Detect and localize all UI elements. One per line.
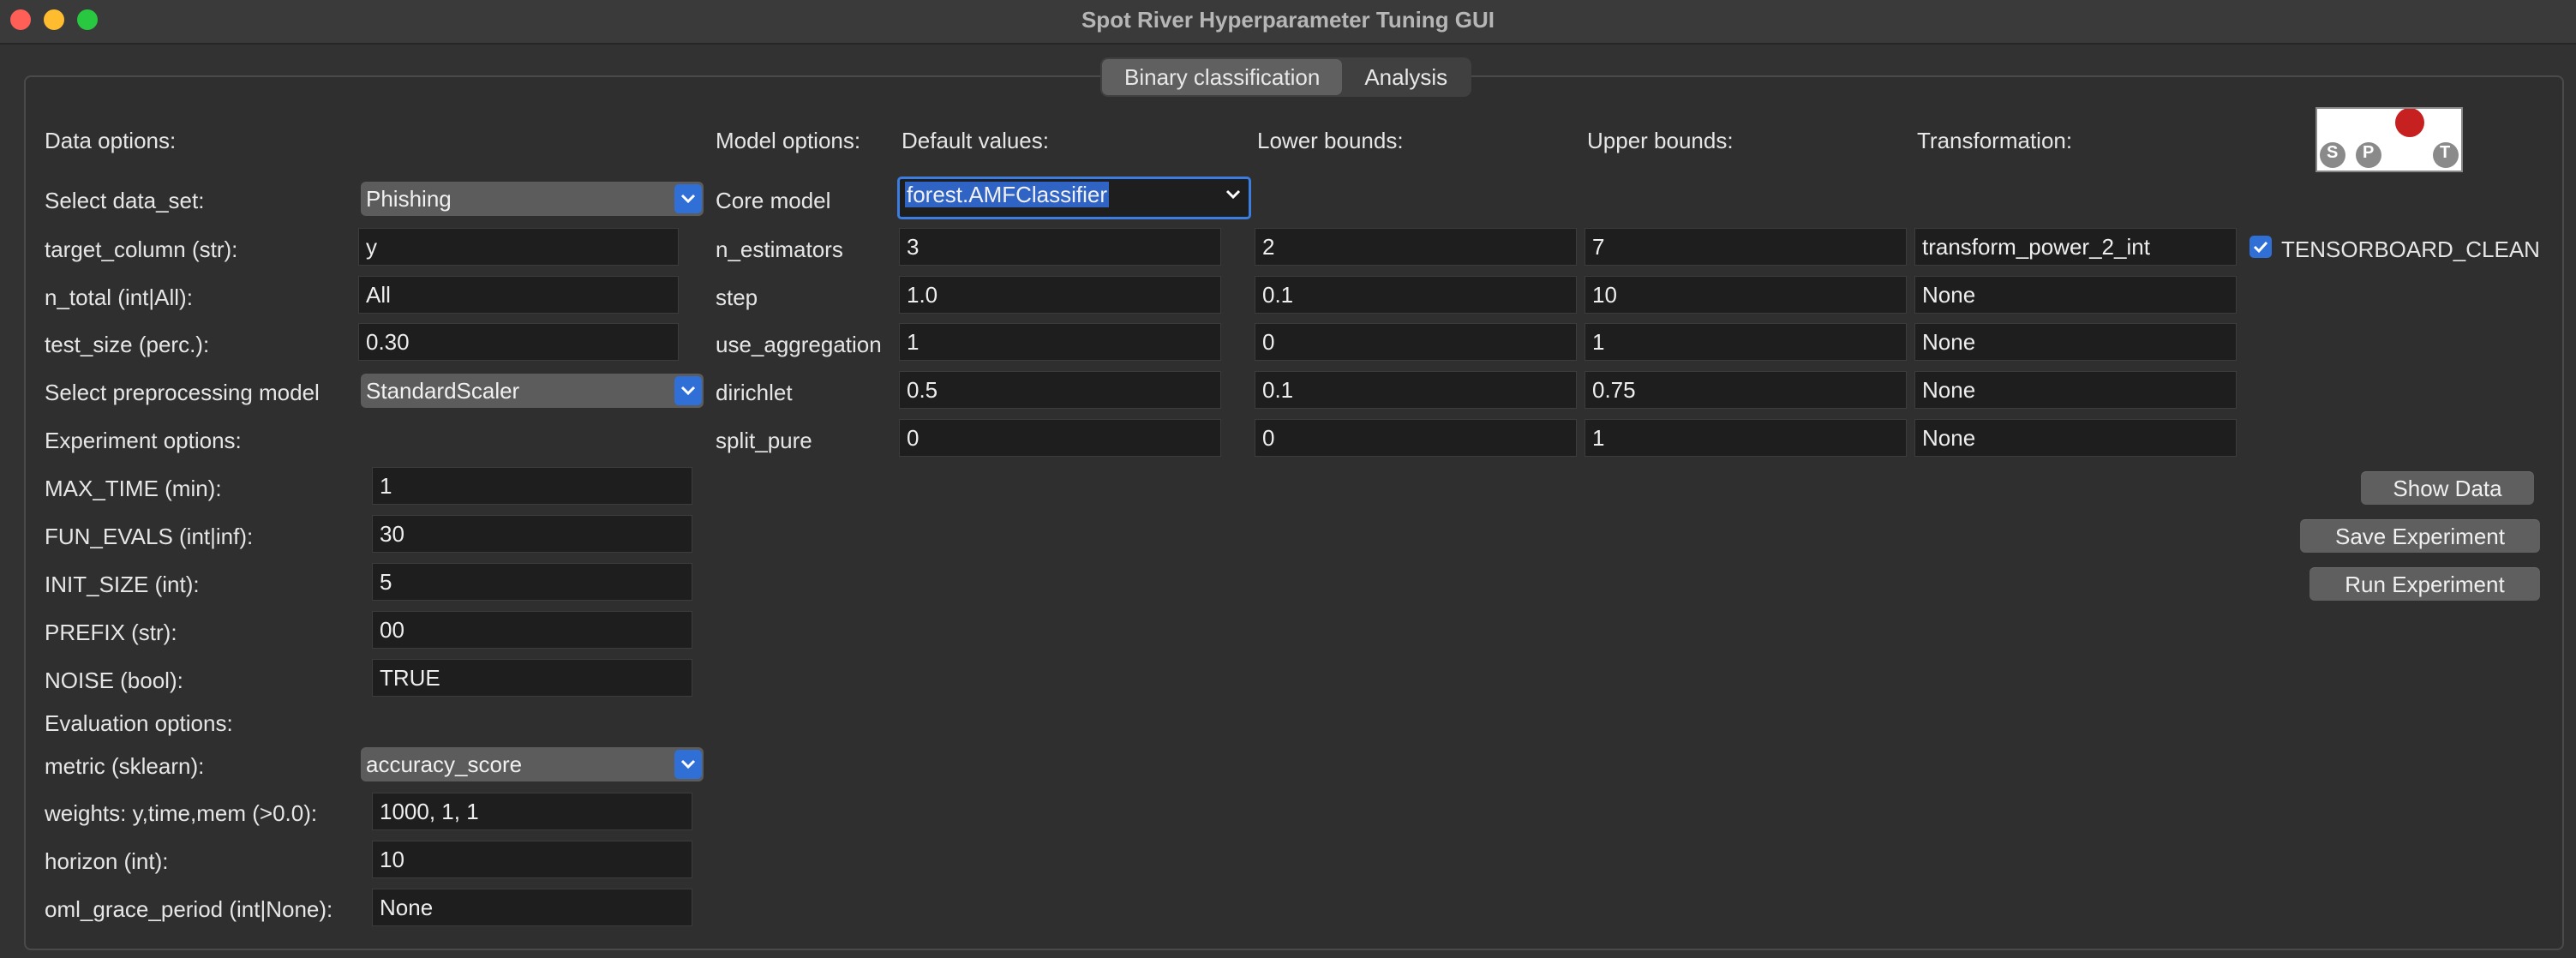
evaluation-options-heading: Evaluation options: [45,710,233,736]
step-transform-input[interactable]: None [1914,276,2237,314]
core-model-value: forest.AMFClassifier [905,182,1110,207]
param-name-use-aggregation: use_aggregation [716,332,882,357]
logo-letter-t: T [2440,143,2451,162]
tab-analysis[interactable]: Analysis [1342,59,1470,95]
metric-label: metric (sklearn): [45,753,205,779]
tensorboard-clean-label: TENSORBOARD_CLEAN [2281,237,2540,262]
use-aggregation-upper-input[interactable]: 1 [1585,323,1907,361]
upper-bounds-heading: Upper bounds: [1587,128,1734,153]
chevron-down-icon [1219,180,1247,209]
oml-grace-period-input[interactable]: None [372,889,692,926]
n-estimators-default-input[interactable]: 3 [899,228,1221,266]
data-set-label: Select data_set: [45,188,205,213]
n-total-label: n_total (int|All): [45,284,193,310]
show-data-button[interactable]: Show Data [2361,471,2534,505]
use-aggregation-lower-input[interactable]: 0 [1255,323,1577,361]
checkmark-icon [2253,241,2268,254]
data-options-heading: Data options: [45,128,177,153]
step-upper-input[interactable]: 10 [1585,276,1907,314]
n-estimators-transform-input[interactable]: transform_power_2_int [1914,228,2237,266]
test-size-label: test_size (perc.): [45,332,210,357]
metric-select[interactable]: accuracy_score [361,747,704,781]
default-values-heading: Default values: [902,128,1049,153]
target-column-label: target_column (str): [45,237,238,262]
dirichlet-upper-input[interactable]: 0.75 [1585,371,1907,409]
chevron-down-icon [674,376,702,405]
split-pure-transform-input[interactable]: None [1914,419,2237,457]
init-size-input[interactable]: 5 [372,563,692,601]
tab-bar: Binary classification Analysis [1100,57,1472,97]
param-name-n-estimators: n_estimators [716,237,843,262]
run-experiment-button[interactable]: Run Experiment [2309,567,2540,601]
horizon-input[interactable]: 10 [372,841,692,878]
transformation-heading: Transformation: [1917,128,2073,153]
prefix-input[interactable]: 00 [372,611,692,649]
fun-evals-input[interactable]: 30 [372,515,692,553]
step-lower-input[interactable]: 0.1 [1255,276,1577,314]
test-size-input[interactable]: 0.30 [358,323,679,361]
dirichlet-default-input[interactable]: 0.5 [899,371,1221,409]
param-name-dirichlet: dirichlet [716,380,793,405]
split-pure-default-input[interactable]: 0 [899,419,1221,457]
tab-binary-classification[interactable]: Binary classification [1102,59,1343,95]
dirichlet-transform-input[interactable]: None [1914,371,2237,409]
n-estimators-lower-input[interactable]: 2 [1255,228,1577,266]
n-total-input[interactable]: All [358,276,679,314]
model-options-heading: Model options: [716,128,861,153]
horizon-label: horizon (int): [45,848,169,874]
step-default-input[interactable]: 1.0 [899,276,1221,314]
noise-input[interactable]: TRUE [372,659,692,697]
window-title: Spot River Hyperparameter Tuning GUI [1081,7,1495,33]
core-model-select[interactable]: forest.AMFClassifier [897,177,1251,219]
param-name-split-pure: split_pure [716,428,812,453]
save-experiment-button[interactable]: Save Experiment [2300,519,2540,553]
spot-logo: S P T [2315,107,2463,172]
split-pure-upper-input[interactable]: 1 [1585,419,1907,457]
noise-label: NOISE (bool): [45,668,183,693]
data-set-select[interactable]: Phishing [361,182,704,216]
preprocessing-select[interactable]: StandardScaler [361,374,704,408]
logo-letter-p: P [2363,143,2375,162]
preprocessing-label: Select preprocessing model [45,380,320,405]
weights-label: weights: y,time,mem (>0.0): [45,800,318,826]
dirichlet-lower-input[interactable]: 0.1 [1255,371,1577,409]
experiment-options-heading: Experiment options: [45,428,242,453]
oml-grace-period-label: oml_grace_period (int|None): [45,896,333,922]
core-model-label: Core model [716,188,831,213]
use-aggregation-transform-input[interactable]: None [1914,323,2237,361]
target-column-input[interactable]: y [358,228,679,266]
prefix-label: PREFIX (str): [45,620,177,645]
use-aggregation-default-input[interactable]: 1 [899,323,1221,361]
data-set-value: Phishing [366,186,452,212]
logo-letter-s: S [2327,143,2339,162]
tensorboard-clean-checkbox[interactable] [2250,236,2272,258]
chevron-down-icon [674,184,702,213]
weights-input[interactable]: 1000, 1, 1 [372,793,692,830]
metric-value: accuracy_score [366,751,523,777]
max-time-label: MAX_TIME (min): [45,476,222,501]
title-bar: Spot River Hyperparameter Tuning GUI [0,0,2576,45]
lower-bounds-heading: Lower bounds: [1257,128,1404,153]
param-name-step: step [716,284,758,310]
max-time-input[interactable]: 1 [372,467,692,505]
split-pure-lower-input[interactable]: 0 [1255,419,1577,457]
fun-evals-label: FUN_EVALS (int|inf): [45,524,254,549]
chevron-down-icon [674,750,702,779]
preprocessing-value: StandardScaler [366,378,520,404]
init-size-label: INIT_SIZE (int): [45,572,200,597]
n-estimators-upper-input[interactable]: 7 [1585,228,1907,266]
